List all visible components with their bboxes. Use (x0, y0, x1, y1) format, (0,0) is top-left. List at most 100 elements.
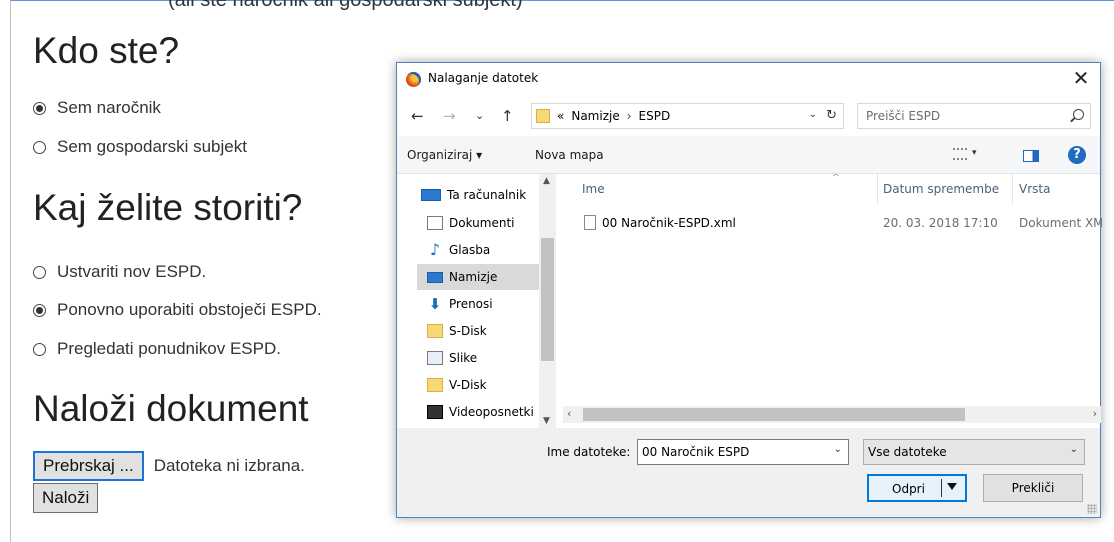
music-icon: ♪ (429, 240, 441, 259)
open-options-dropdown-icon[interactable] (947, 483, 957, 490)
documents-icon (427, 216, 443, 230)
nav-item-documents[interactable]: Dokumenti (417, 210, 543, 236)
view-options-icon[interactable] (953, 148, 967, 160)
nav-item-s-disk[interactable]: S-Disk (417, 318, 543, 344)
what-heading: Kaj želite storiti? (33, 187, 303, 228)
upload-button[interactable]: Naloži (33, 483, 99, 513)
column-header-type[interactable]: Vrsta (1019, 182, 1050, 196)
nav-pane-scrollbar[interactable]: ▲ ▼ (539, 174, 556, 428)
folder-icon (536, 109, 550, 123)
chevron-down-icon[interactable]: ⌄ (809, 109, 817, 120)
sort-caret-icon: ^ (832, 174, 840, 183)
downloads-icon: ⬇ (428, 295, 442, 313)
who-heading: Kdo ste? (33, 30, 180, 71)
breadcrumb-desktop[interactable]: Namizje (571, 109, 619, 123)
nav-item-pictures[interactable]: Slike (417, 345, 543, 371)
dialog-footer: Ime datoteke: 00 Naročnik ESPD ⌄ Vse dat… (397, 428, 1100, 517)
nav-item-this-pc[interactable]: Ta računalnik (417, 182, 543, 208)
firefox-icon (406, 72, 421, 87)
back-arrow-icon[interactable]: ← (411, 107, 424, 125)
folder-icon (427, 378, 443, 392)
search-icon[interactable] (1073, 109, 1084, 120)
dialog-toolbar: Organiziraj ▾ Nova mapa ▾ ? (397, 136, 1100, 174)
radio-button[interactable] (33, 342, 46, 356)
search-placeholder: Preišči ESPD (866, 109, 941, 123)
nav-item-label: Dokumenti (449, 216, 515, 230)
chevron-down-icon[interactable]: ⌄ (834, 444, 842, 455)
pc-icon (421, 189, 441, 201)
column-header-date[interactable]: Datum spremembe (883, 182, 999, 196)
up-arrow-icon[interactable]: ↑ (501, 107, 514, 125)
nav-item-label: V-Disk (449, 378, 487, 392)
nav-item-v-disk[interactable]: V-Disk (417, 372, 543, 398)
recent-locations-icon[interactable]: ⌄ (475, 109, 484, 122)
filename-input[interactable]: 00 Naročnik ESPD ⌄ (637, 439, 849, 465)
radio-button[interactable] (33, 265, 46, 279)
search-input[interactable]: Preišči ESPD (857, 103, 1091, 129)
split-divider (941, 479, 942, 497)
preview-pane-icon[interactable] (1023, 150, 1039, 162)
radio-reuse-espd[interactable]: Ponovno uporabiti obstoječi ESPD. (33, 300, 322, 320)
refresh-icon[interactable]: ↻ (826, 108, 837, 123)
radio-create-espd[interactable]: Ustvariti nov ESPD. (33, 262, 206, 282)
dialog-titlebar[interactable]: Nalaganje datotek ✕ (397, 63, 1100, 94)
help-icon[interactable]: ? (1068, 146, 1086, 164)
forward-arrow-icon[interactable]: → (443, 107, 456, 125)
file-type: Dokument XML (1019, 216, 1102, 230)
dialog-title: Nalaganje datotek (428, 71, 539, 85)
scroll-left-icon[interactable]: ‹ (567, 407, 571, 420)
nav-item-label: Ta računalnik (447, 188, 527, 202)
chevron-down-icon[interactable]: ▾ (972, 148, 977, 158)
nav-item-label: Prenosi (449, 297, 493, 311)
scrollbar-thumb[interactable] (541, 238, 554, 361)
address-bar-row: ← → ⌄ ↑ « Namizje › ESPD ⌄ ↻ Preišči ESP… (397, 94, 1100, 136)
scroll-right-icon[interactable]: › (1093, 407, 1097, 420)
chevron-down-icon[interactable]: ⌄ (1070, 444, 1078, 455)
open-button[interactable]: Odpri (867, 474, 967, 502)
nav-item-desktop[interactable]: Namizje (417, 264, 543, 290)
breadcrumb-espd[interactable]: ESPD (639, 109, 671, 123)
nav-item-label: Slike (449, 351, 478, 365)
scroll-up-icon[interactable]: ▲ (543, 176, 550, 186)
radio-button[interactable] (33, 140, 46, 154)
file-icon (584, 215, 596, 230)
file-pane-hscrollbar[interactable]: ‹ › (563, 406, 1101, 423)
column-divider[interactable] (1012, 174, 1013, 204)
file-type-filter[interactable]: Vse datoteke ⌄ (863, 439, 1085, 465)
organize-menu[interactable]: Organiziraj ▾ (407, 148, 482, 162)
nav-item-downloads[interactable]: ⬇ Prenosi (417, 291, 543, 317)
videos-icon (427, 405, 443, 419)
file-row[interactable]: 00 Naročnik-ESPD.xml 20. 03. 2018 17:10 … (582, 214, 1102, 234)
address-field[interactable]: « Namizje › ESPD ⌄ ↻ (531, 103, 844, 129)
filename-value: 00 Naročnik ESPD (642, 445, 750, 459)
close-icon[interactable]: ✕ (1070, 66, 1092, 90)
file-date: 20. 03. 2018 17:10 (883, 216, 998, 230)
scroll-down-icon[interactable]: ▼ (543, 416, 550, 426)
breadcrumb-overflow[interactable]: « (557, 109, 564, 123)
breadcrumb-separator: › (626, 109, 632, 123)
upload-heading: Naloži dokument (33, 388, 309, 429)
page-intro-text: (ali ste naročnik ali gospodarski subjek… (168, 0, 523, 11)
nav-item-music[interactable]: ♪ Glasba (417, 237, 543, 263)
file-name: 00 Naročnik-ESPD.xml (602, 216, 736, 230)
radio-review-espd[interactable]: Pregledati ponudnikov ESPD. (33, 339, 281, 359)
open-button-label: Odpri (892, 482, 925, 496)
radio-contracting-authority[interactable]: Sem naročnik (33, 98, 161, 118)
new-folder-button[interactable]: Nova mapa (535, 148, 604, 162)
filter-value: Vse datoteke (868, 445, 947, 459)
cancel-button[interactable]: Prekliči (983, 474, 1083, 502)
nav-item-label: Videoposnetki (449, 405, 534, 419)
radio-button[interactable] (33, 303, 46, 317)
filename-label: Ime datoteke: (547, 445, 631, 459)
nav-item-videos[interactable]: Videoposnetki (417, 399, 543, 425)
column-header-name[interactable]: Ime (582, 182, 605, 196)
radio-economic-operator[interactable]: Sem gospodarski subjekt (33, 137, 247, 157)
radio-button[interactable] (33, 101, 46, 115)
column-divider[interactable] (877, 174, 878, 204)
scrollbar-thumb[interactable] (583, 408, 965, 421)
cancel-button-label: Prekliči (1011, 481, 1055, 495)
resize-grip-icon[interactable] (1087, 504, 1097, 514)
browse-button[interactable]: Prebrskaj ... (33, 451, 144, 481)
file-upload-dialog: Nalaganje datotek ✕ ← → ⌄ ↑ « Namizje › … (396, 62, 1102, 518)
nav-item-label: Namizje (449, 270, 498, 284)
